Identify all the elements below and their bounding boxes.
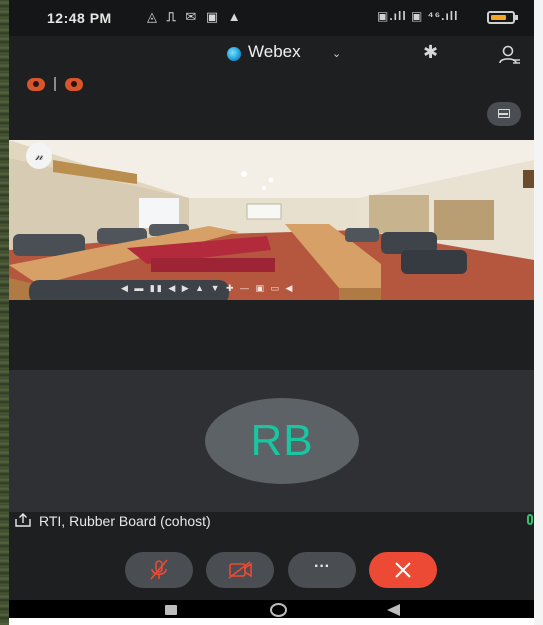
home-icon[interactable] <box>270 603 287 617</box>
participant-name-bar: RTI, Rubber Board (cohost) <box>9 512 534 530</box>
battery-nub <box>515 15 518 20</box>
webex-logo-icon <box>227 47 241 61</box>
end-call-button[interactable] <box>369 552 437 588</box>
recording-icon-center <box>33 81 39 87</box>
notification-icons: ◬ ⎍ ✉ ▣ ▲ <box>147 9 244 24</box>
app-header: Webex ⌄ ✱ <box>9 36 534 72</box>
indicator-divider <box>54 77 56 91</box>
mute-button[interactable] <box>125 552 193 588</box>
video-button[interactable] <box>206 552 274 588</box>
phone-screen: 12:48 PM ◬ ⎍ ✉ ▣ ▲ ▣.ıll ▣ ⁴⁶.ıll Webex … <box>9 0 534 618</box>
conference-room-image <box>9 140 534 300</box>
mic-active-icon <box>527 514 533 525</box>
android-nav-bar <box>9 600 534 618</box>
chevron-down-icon[interactable]: ⌄ <box>332 47 341 60</box>
sharing-icon <box>15 513 31 527</box>
recording-icon[interactable] <box>27 78 45 91</box>
record-stop-icon[interactable] <box>65 78 83 91</box>
signal-icons: ▣.ıll ▣ ⁴⁶.ıll <box>377 9 459 23</box>
more-options-button[interactable]: ··· <box>288 552 356 588</box>
status-bar: 12:48 PM ◬ ⎍ ✉ ▣ ▲ ▣.ıll ▣ ⁴⁶.ıll <box>9 0 534 36</box>
layout-toggle-button[interactable] <box>487 102 521 126</box>
photo-edge-left <box>0 0 9 625</box>
tour-playback-controls[interactable]: ◀ ▬ ▮▮ ◀ ▶ ▲ ▼ ✚ — ▣ ▭ ◀ <box>121 283 294 294</box>
video-off-icon <box>228 561 252 579</box>
mic-muted-icon <box>150 559 168 580</box>
recents-icon[interactable] <box>165 605 177 615</box>
status-time: 12:48 PM <box>47 10 112 26</box>
shared-content-view[interactable]: 𝓃 ◀ ▬ ▮▮ ◀ ▶ ▲ ▼ ✚ — ▣ ▭ ◀ <box>9 140 534 300</box>
empty-stage-area <box>9 300 534 370</box>
presenter-avatar: 𝓃 <box>26 143 52 169</box>
battery-icon <box>487 11 518 24</box>
back-icon[interactable] <box>387 604 400 616</box>
call-controls: ··· <box>9 530 534 602</box>
participants-icon[interactable] <box>499 45 521 65</box>
close-icon <box>395 562 411 578</box>
participant-name: RTI, Rubber Board (cohost) <box>39 513 211 529</box>
app-title[interactable]: Webex <box>248 42 301 62</box>
participant-tile[interactable]: RB <box>9 370 534 512</box>
participant-avatar: RB <box>205 398 359 484</box>
more-icon: ··· <box>314 558 330 575</box>
battery-level <box>491 15 507 20</box>
record-stop-icon-center <box>71 81 77 87</box>
layout-icon <box>498 109 510 118</box>
bluetooth-icon[interactable]: ✱ <box>423 42 438 63</box>
photo-edge-right <box>534 0 543 625</box>
